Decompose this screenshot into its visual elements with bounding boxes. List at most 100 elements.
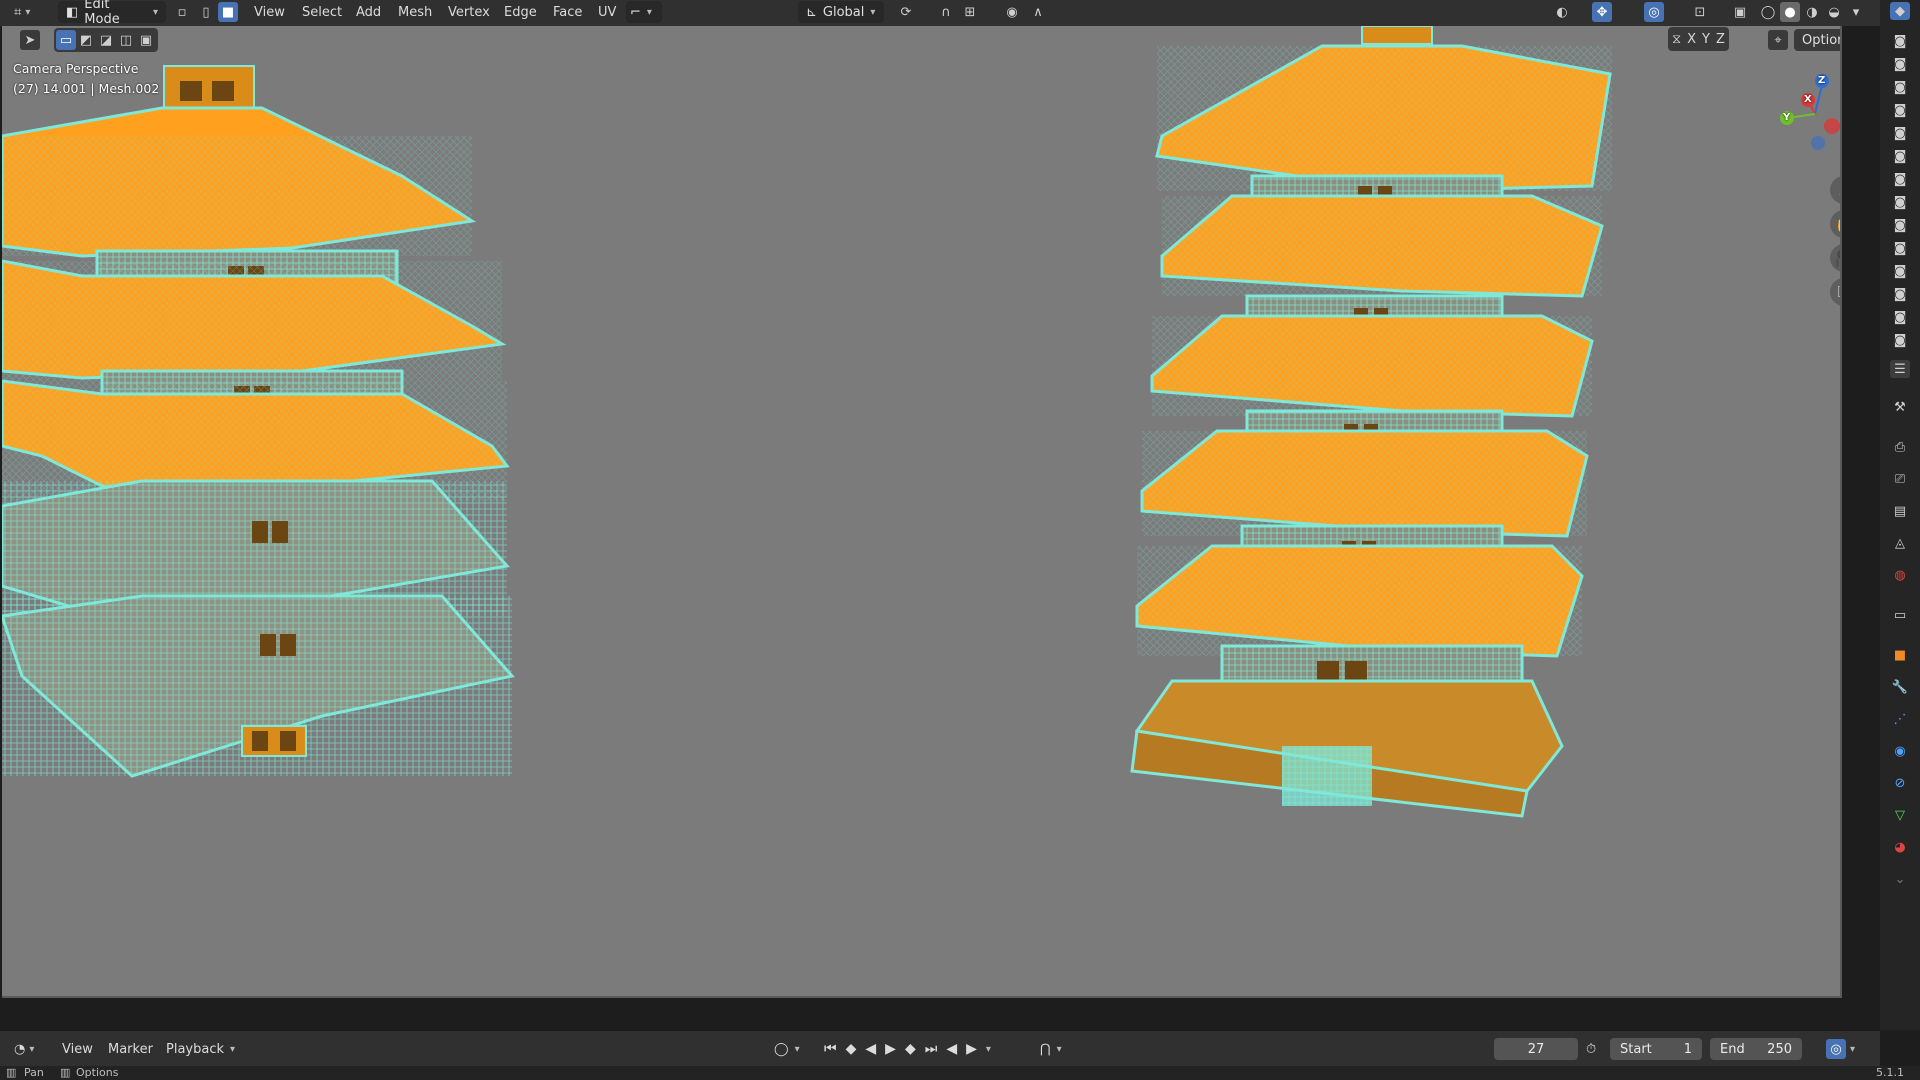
- timeline-menu-view[interactable]: View: [62, 1038, 93, 1060]
- axis-x-toggle[interactable]: X: [1687, 32, 1696, 47]
- options-dropdown[interactable]: Options ▾: [1794, 29, 1840, 51]
- modifier-properties-icon[interactable]: 🔧: [1890, 678, 1910, 696]
- menu-vertex[interactable]: Vertex: [448, 1, 490, 23]
- menu-uv[interactable]: UV: [598, 1, 616, 23]
- snap-target-icon[interactable]: ⊞: [960, 2, 980, 22]
- solid-shading-icon[interactable]: ●: [1780, 2, 1800, 22]
- preview-range-icon[interactable]: ⏱: [1586, 1038, 1596, 1060]
- camera-visibility-icon[interactable]: ◙: [1890, 78, 1910, 96]
- menu-face[interactable]: Face: [553, 1, 582, 23]
- current-frame-field[interactable]: 27: [1494, 1038, 1578, 1060]
- camera-visibility-icon[interactable]: ◙: [1890, 170, 1910, 188]
- jump-start-icon[interactable]: ⏮: [824, 1041, 837, 1057]
- menu-select[interactable]: Select: [302, 1, 342, 23]
- next-marker-icon[interactable]: ▶: [966, 1041, 977, 1057]
- tool-tab-icon[interactable]: ☰: [1890, 360, 1910, 378]
- camera-visibility-icon[interactable]: ◙: [1890, 147, 1910, 165]
- transform-orientation-dropdown[interactable]: ⊾ Global ▾: [798, 1, 884, 23]
- wireframe-shading-icon[interactable]: ◯: [1758, 2, 1778, 22]
- camera-visibility-icon[interactable]: ◙: [1890, 193, 1910, 211]
- auto-merge-icon[interactable]: ⌖: [1768, 30, 1788, 50]
- camera-visibility-icon[interactable]: ◙: [1890, 262, 1910, 280]
- camera-visibility-icon[interactable]: ◙: [1890, 239, 1910, 257]
- particles-properties-icon[interactable]: ⋰: [1890, 710, 1910, 728]
- camera-visibility-icon[interactable]: ◙: [1890, 216, 1910, 234]
- scene-properties-icon[interactable]: ◬: [1890, 534, 1910, 552]
- tool-properties-icon[interactable]: ⚒: [1890, 398, 1910, 416]
- editor-type-button[interactable]: ⌗ ▾: [14, 1, 30, 23]
- active-tool-icon[interactable]: ◆: [1890, 2, 1910, 20]
- material-properties-icon[interactable]: ◕: [1890, 838, 1910, 856]
- camera-visibility-icon[interactable]: ◙: [1890, 124, 1910, 142]
- select-invert-icon[interactable]: ◫: [116, 30, 136, 50]
- 3d-viewport[interactable]: ➤ ▭ ◩ ◪ ◫ ▣ Camera Perspective (27) 14.0…: [2, 26, 1842, 998]
- camera-visibility-icon[interactable]: ◙: [1890, 308, 1910, 326]
- camera-visibility-icon[interactable]: ◙: [1890, 101, 1910, 119]
- jump-end-icon[interactable]: ⏭: [925, 1041, 938, 1057]
- overlay-icon[interactable]: ◎: [1644, 2, 1664, 22]
- camera-visibility-icon[interactable]: ◙: [1890, 32, 1910, 50]
- xray-icon[interactable]: ▣: [1730, 2, 1750, 22]
- timeline-menu-marker[interactable]: Marker: [108, 1038, 153, 1060]
- gizmo-z-label: Z: [1818, 75, 1826, 86]
- more-tabs-chevron-icon[interactable]: ⌄: [1890, 870, 1910, 888]
- mode-dropdown[interactable]: ◧ Edit Mode ▾: [58, 0, 166, 27]
- rendered-shading-icon[interactable]: ◒: [1824, 2, 1844, 22]
- world-properties-icon[interactable]: ◍: [1890, 566, 1910, 584]
- end-frame-field[interactable]: End 250: [1710, 1038, 1802, 1060]
- camera-visibility-icon[interactable]: ◙: [1890, 55, 1910, 73]
- face-select-icon[interactable]: ■: [218, 2, 238, 22]
- auto-keying-button[interactable]: ◯ ▾: [774, 1038, 800, 1060]
- gizmo-icon[interactable]: ✥: [1592, 2, 1612, 22]
- prev-keyframe-icon[interactable]: ◆: [846, 1041, 857, 1057]
- constraint-properties-icon[interactable]: ⊘: [1890, 774, 1910, 792]
- menu-view[interactable]: View: [254, 1, 285, 23]
- shading-options-icon[interactable]: ▾: [1846, 2, 1866, 22]
- material-shading-icon[interactable]: ◑: [1802, 2, 1822, 22]
- end-label: End: [1720, 1041, 1745, 1057]
- physics-properties-icon[interactable]: ◉: [1890, 742, 1910, 760]
- playback-dropdown[interactable]: Playback ▾: [166, 1038, 235, 1060]
- select-subtract-icon[interactable]: ◪: [96, 30, 116, 50]
- edge-select-icon[interactable]: ▯: [196, 2, 216, 22]
- camera-visibility-icon[interactable]: ◙: [1890, 331, 1910, 349]
- falloff-icon[interactable]: ∧: [1028, 2, 1048, 22]
- snap-icon[interactable]: ∩: [936, 2, 956, 22]
- axis-z-toggle[interactable]: Z: [1716, 32, 1725, 47]
- record-icon: ◯: [774, 1041, 789, 1057]
- snap-dropdown[interactable]: ⋂ ▾: [1040, 1038, 1062, 1060]
- axis-y-toggle[interactable]: Y: [1702, 32, 1710, 47]
- render-properties-icon[interactable]: ⎙: [1890, 438, 1910, 456]
- uv-tools-dropdown[interactable]: ⌐ ▾: [626, 1, 662, 23]
- play-reverse-icon[interactable]: ◀: [865, 1041, 876, 1057]
- proportional-editing-icon[interactable]: ◉: [1002, 2, 1022, 22]
- menu-mesh[interactable]: Mesh: [398, 1, 432, 23]
- next-keyframe-icon[interactable]: ◆: [905, 1041, 916, 1057]
- status-pan-label: Pan: [24, 1066, 44, 1079]
- clock-icon: ◔: [14, 1041, 26, 1057]
- chevron-down-icon: ▾: [985, 1043, 991, 1055]
- camera-visibility-icon[interactable]: ◙: [1890, 285, 1910, 303]
- select-tool-icon[interactable]: ➤: [20, 30, 40, 50]
- menu-edge[interactable]: Edge: [504, 1, 537, 23]
- select-new-icon[interactable]: ▭: [56, 30, 76, 50]
- select-extend-icon[interactable]: ◩: [76, 30, 96, 50]
- timeline-editor-type[interactable]: ◔ ▾: [14, 1038, 34, 1060]
- play-icon[interactable]: ▶: [885, 1041, 896, 1057]
- vertex-select-icon[interactable]: ▫: [172, 2, 192, 22]
- prev-marker-icon[interactable]: ◀: [946, 1041, 957, 1057]
- object-properties-icon[interactable]: ■: [1890, 646, 1910, 664]
- navigation-gizmo[interactable]: [1770, 66, 1842, 156]
- visibility-icon[interactable]: ◐: [1552, 2, 1572, 22]
- output-properties-icon[interactable]: ⎚: [1890, 470, 1910, 488]
- overlay-toggle-icon[interactable]: ◎: [1826, 1039, 1846, 1059]
- start-frame-field[interactable]: Start 1: [1610, 1038, 1702, 1060]
- select-intersect-icon[interactable]: ▣: [136, 30, 156, 50]
- pivot-point-icon[interactable]: ⟳: [896, 2, 916, 22]
- view-layer-icon[interactable]: ▤: [1890, 502, 1910, 520]
- chevron-down-icon[interactable]: ▾: [1850, 1038, 1855, 1060]
- mesh-data-icon[interactable]: ▽: [1890, 806, 1910, 824]
- collection-properties-icon[interactable]: ▭: [1890, 606, 1910, 624]
- mesh-edit-overlay-icon[interactable]: ⊡: [1690, 2, 1710, 22]
- menu-add[interactable]: Add: [356, 1, 381, 23]
